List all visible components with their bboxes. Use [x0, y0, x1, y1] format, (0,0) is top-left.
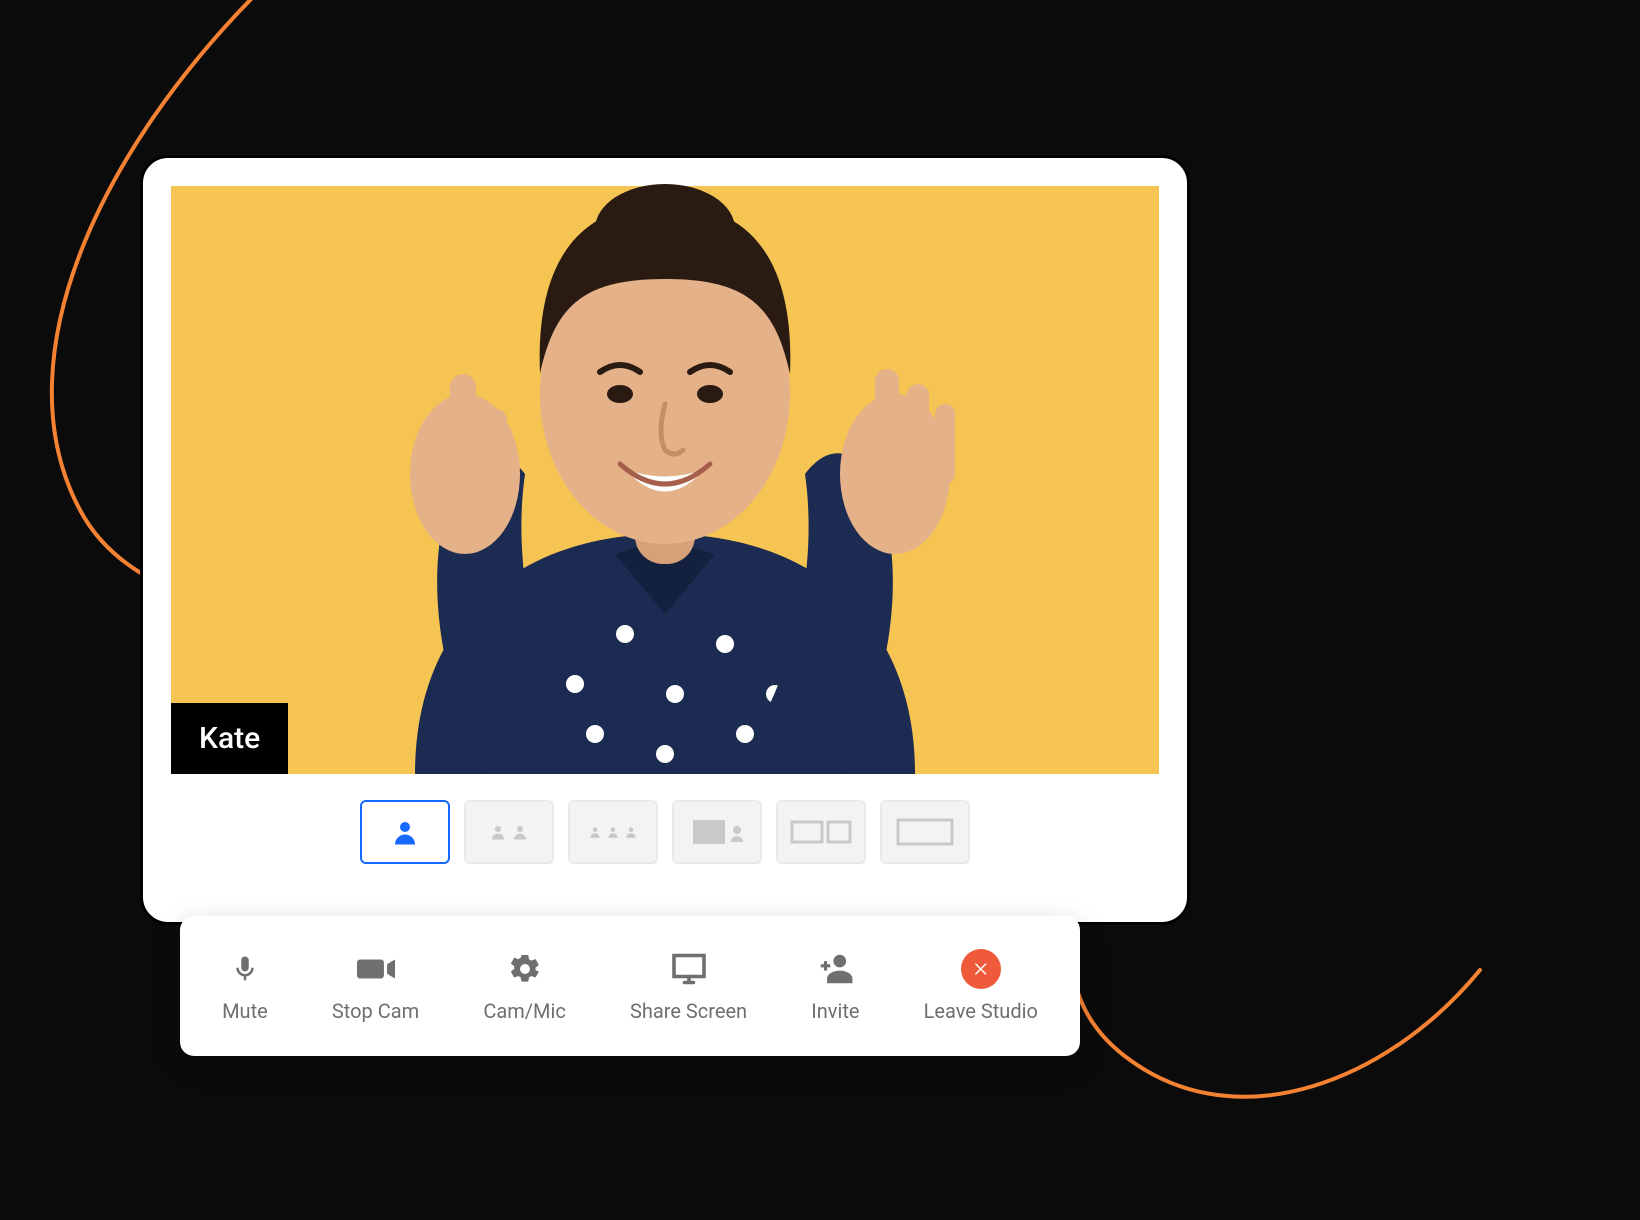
- layout-screen-pip[interactable]: [672, 800, 762, 864]
- invite-label: Invite: [811, 999, 859, 1023]
- person-icon: [511, 821, 529, 843]
- monitor-icon: [669, 949, 709, 989]
- participant-name-tag: Kate: [171, 703, 288, 774]
- video-stage: Kate: [171, 186, 1159, 774]
- person-icon: [390, 817, 420, 847]
- person-icon: [606, 823, 620, 841]
- share-screen-label: Share Screen: [630, 999, 747, 1023]
- invite-button[interactable]: Invite: [795, 939, 875, 1033]
- presenter-video: [275, 0, 1055, 774]
- close-icon: [961, 949, 1001, 989]
- screen-split-icon: [786, 812, 856, 852]
- stop-cam-button[interactable]: Stop Cam: [316, 939, 435, 1033]
- layout-single[interactable]: [360, 800, 450, 864]
- camera-icon: [356, 949, 396, 989]
- layout-three-up[interactable]: [568, 800, 658, 864]
- share-screen-button[interactable]: Share Screen: [614, 939, 763, 1033]
- cam-mic-button[interactable]: Cam/Mic: [467, 939, 581, 1033]
- stop-cam-label: Stop Cam: [332, 999, 419, 1023]
- layout-screen-split[interactable]: [776, 800, 866, 864]
- leave-label: Leave Studio: [924, 999, 1038, 1023]
- control-toolbar: Mute Stop Cam Cam/Mic Share Screen Invit…: [180, 916, 1080, 1056]
- person-icon: [588, 823, 602, 841]
- screen-full-icon: [890, 812, 960, 852]
- add-person-icon: [815, 949, 855, 989]
- studio-window: Kate: [140, 155, 1190, 925]
- microphone-icon: [225, 949, 265, 989]
- mute-label: Mute: [222, 999, 268, 1023]
- participant-name: Kate: [199, 721, 260, 756]
- layout-screen-full[interactable]: [880, 800, 970, 864]
- layout-two-up[interactable]: [464, 800, 554, 864]
- gear-icon: [505, 949, 545, 989]
- cam-mic-label: Cam/Mic: [483, 999, 565, 1023]
- leave-studio-button[interactable]: Leave Studio: [908, 939, 1054, 1033]
- mute-button[interactable]: Mute: [206, 939, 284, 1033]
- person-icon: [489, 821, 507, 843]
- screen-pip-icon: [687, 812, 747, 852]
- layout-picker: [171, 774, 1159, 894]
- person-icon: [624, 823, 638, 841]
